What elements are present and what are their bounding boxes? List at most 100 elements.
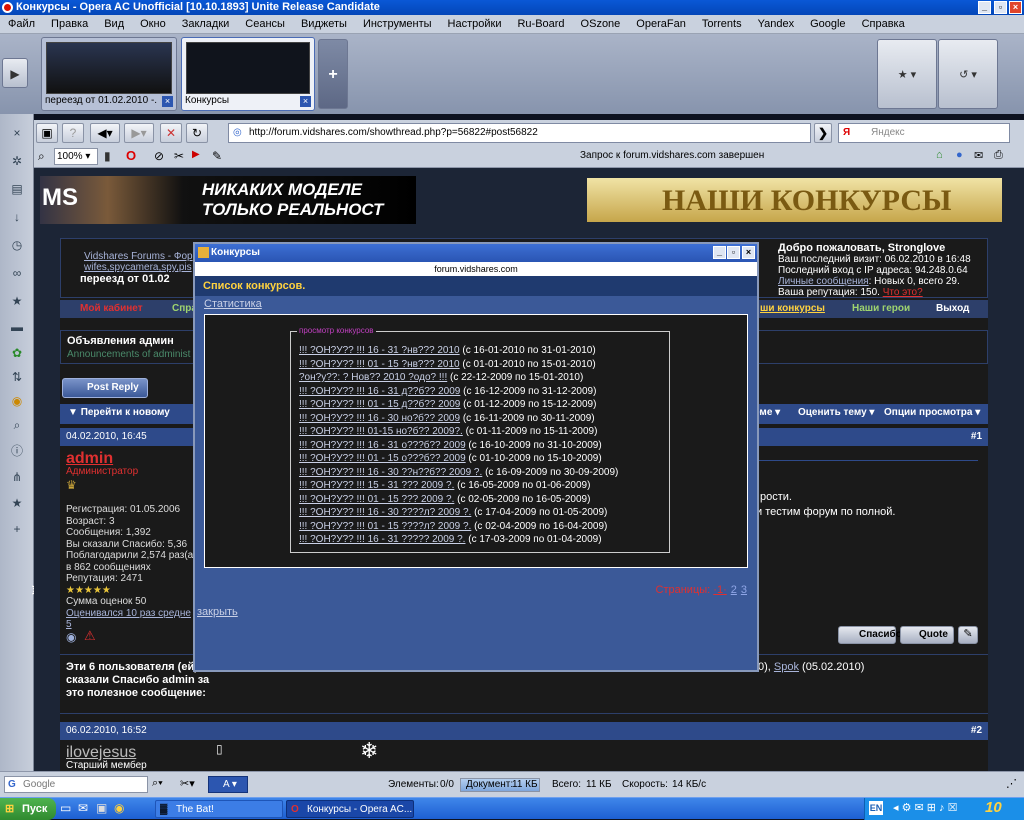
bookmarks-icon[interactable]: ★ <box>8 292 26 310</box>
widget-icon[interactable]: ✿ <box>8 344 26 362</box>
history-icon[interactable]: ◷ <box>8 236 26 254</box>
view-options-menu[interactable]: Опции просмотра ▾ <box>884 407 980 418</box>
quicklaunch-desktop-icon[interactable]: ▭ <box>60 801 71 815</box>
post-reply-button[interactable]: Post Reply <box>62 378 148 398</box>
menu-view[interactable]: Вид <box>96 15 132 30</box>
add-panel-icon[interactable]: + <box>8 520 26 538</box>
tab-close-icon[interactable]: × <box>300 96 311 107</box>
page-2-link[interactable]: 2 <box>731 584 737 596</box>
printer-icon[interactable]: ⎙ <box>994 149 1003 162</box>
breadcrumb-sub[interactable]: wifes,spycamera,spy,pis <box>84 262 192 273</box>
contest-link[interactable]: !!! ?ОН?У?? !!! 16 - 30 ????л? 2009 ?. <box>299 507 471 518</box>
contest-link[interactable]: !!! ?ОН?У?? !!! 01 - 15 о???б?? 2009 <box>299 453 466 464</box>
menu-google[interactable]: Google <box>802 15 853 30</box>
taskbar-thebat[interactable]: ▓ The Bat! <box>155 800 283 818</box>
contest-link[interactable]: !!! ?ОН?У?? !!! 16 - 31 д??б?? 2009 <box>299 386 460 397</box>
contest-link[interactable]: !!! ?ОН?У?? !!! 16 - 31 ????? 2009 ?. <box>299 534 465 545</box>
thanks-button[interactable]: Спасибо <box>838 626 902 644</box>
new-tab-button[interactable]: + <box>318 39 348 109</box>
contest-link[interactable]: !!! ?ОН?У?? !!! 16 - 30 ??н??б?? 2009 ?. <box>299 467 482 478</box>
banner-right[interactable]: НАШИ КОНКУРСЫ <box>587 178 1002 222</box>
unite-icon[interactable]: ◉ <box>8 392 26 410</box>
tray-icons[interactable]: ◂ ⚙ ✉ ⊞ ♪ ☒ <box>893 801 957 814</box>
tab-pereezd[interactable]: переезд от 01.02.2010 -... × <box>41 37 177 111</box>
contest-link[interactable]: ?он?у??: ? Нов?? 2010 ?одо? !!! <box>299 372 447 383</box>
tab-konkursy[interactable]: Конкурсы × <box>181 37 315 111</box>
search-field[interactable]: Я Яндекс <box>838 123 1010 143</box>
dialog-title-bar[interactable]: Конкурсы _ ▫ × <box>195 244 757 262</box>
close-button[interactable]: × <box>1009 1 1022 14</box>
contest-link[interactable]: !!! ?ОН?У?? !!! 01-15 но?б?? 2009?. <box>299 426 463 437</box>
post-number[interactable]: #2 <box>971 725 982 736</box>
quicklaunch-app-icon[interactable]: ▣ <box>96 801 107 815</box>
quicklaunch-mail-icon[interactable]: ✉ <box>78 801 88 815</box>
tab-close-icon[interactable]: × <box>162 96 173 107</box>
menu-tools[interactable]: Инструменты <box>355 15 440 30</box>
dialog-maximize-button[interactable]: ▫ <box>727 246 740 259</box>
taskbar-opera[interactable]: O Конкурсы - Opera AC... <box>286 800 414 818</box>
page-zoom-button[interactable]: A ▾ <box>208 776 248 793</box>
view-mode-icon[interactable]: ✂▾ <box>180 777 195 790</box>
report-icon[interactable]: ⚠ <box>84 628 96 644</box>
print-icon[interactable]: ? <box>62 123 84 143</box>
dialog-close-link[interactable]: закрыть <box>197 606 238 618</box>
zoom-select[interactable]: 100% ▾ <box>54 148 98 165</box>
downloads-icon[interactable]: ↓ <box>8 208 26 226</box>
rate-thread-menu[interactable]: Оценить тему ▾ <box>798 407 874 418</box>
panel-toggle-icon[interactable]: ▶ <box>2 58 28 88</box>
folder-icon[interactable]: ▬ <box>8 318 26 336</box>
contest-link[interactable]: !!! ?ОН?У?? !!! 15 - 31 ??? 2009 ?. <box>299 480 454 491</box>
menu-settings[interactable]: Настройки <box>440 15 510 30</box>
menu-widgets[interactable]: Виджеты <box>293 15 355 30</box>
menu-help[interactable]: Справка <box>854 15 913 30</box>
announce-title[interactable]: Объявления админ <box>67 335 174 347</box>
dialog-minimize-button[interactable]: _ <box>713 246 726 259</box>
contest-link[interactable]: !!! ?ОН?У?? !!! 16 - 30 но?б?? 2009 <box>299 413 460 424</box>
back-button[interactable]: ◀▾ <box>90 123 120 143</box>
pm-link[interactable]: Личные сообщения <box>778 276 869 287</box>
closed-tabs-button[interactable]: ↺ ▾ <box>938 39 998 109</box>
goto-new-link[interactable]: ▼ Перейти к новому <box>68 407 170 418</box>
mail-icon[interactable]: ✉ <box>974 149 983 162</box>
menu-sessions[interactable]: Сеансы <box>237 15 293 30</box>
speed-dial-button[interactable]: ★ ▾ <box>877 39 937 109</box>
menu-ruboard[interactable]: Ru-Board <box>509 15 572 30</box>
menu-window[interactable]: Окно <box>132 15 174 30</box>
nav-contests[interactable]: ши конкурсы <box>760 303 825 314</box>
info-icon[interactable]: ⓘ <box>8 442 26 460</box>
quote-button[interactable]: Quote <box>900 626 954 644</box>
contest-link[interactable]: !!! ?ОН?У?? !!! 01 - 15 ????л? 2009 ?. <box>299 521 471 532</box>
menu-torrents[interactable]: Torrents <box>694 15 750 30</box>
post-number[interactable]: #1 <box>971 431 982 442</box>
share-icon[interactable]: ⋔ <box>8 468 26 486</box>
reload-button[interactable]: ↻ <box>186 123 208 143</box>
close-panel-icon[interactable]: × <box>8 124 26 142</box>
maximize-button[interactable]: ▫ <box>994 1 1007 14</box>
menu-bookmarks[interactable]: Закладки <box>174 15 238 30</box>
links-icon[interactable]: ∞ <box>8 264 26 282</box>
quicklaunch-opera-icon[interactable]: ◉ <box>114 801 124 815</box>
language-icon[interactable]: EN <box>869 801 883 815</box>
menu-file[interactable]: Файл <box>0 15 43 30</box>
minimize-button[interactable]: _ <box>978 1 991 14</box>
page-3-link[interactable]: 3 <box>741 584 747 596</box>
search-icon[interactable]: ⌕ <box>8 416 26 434</box>
menu-edit[interactable]: Правка <box>43 15 96 30</box>
home-icon[interactable]: ⌂ <box>936 149 943 161</box>
start-button[interactable]: ⊞ Пуск <box>0 798 56 820</box>
feed-icon[interactable]: ● <box>956 149 963 161</box>
block-icon[interactable]: ⊘ <box>154 149 164 163</box>
resize-grip-icon[interactable]: ⋰ <box>1006 777 1017 790</box>
menu-operafan[interactable]: OperaFan <box>628 15 694 30</box>
feeds-icon[interactable]: ★ <box>8 494 26 512</box>
notes-icon[interactable]: ▤ <box>8 180 26 198</box>
breadcrumb-forum[interactable]: Vidshares Forums - Фор <box>84 251 193 262</box>
tools-icon[interactable]: ✎ <box>212 149 222 163</box>
nav-my-cabinet[interactable]: Мой кабинет <box>80 303 143 314</box>
forward-button[interactable]: ▶▾ <box>124 123 154 143</box>
status-search-field[interactable]: G Google <box>4 776 148 793</box>
youtube-icon[interactable]: ▶ <box>192 149 200 160</box>
search-engine-icon[interactable]: ⌕▾ <box>152 777 163 790</box>
menu-oszone[interactable]: OSzone <box>573 15 629 30</box>
contest-link[interactable]: !!! ?ОН?У?? !!! 01 - 15 д??б?? 2009 <box>299 399 460 410</box>
